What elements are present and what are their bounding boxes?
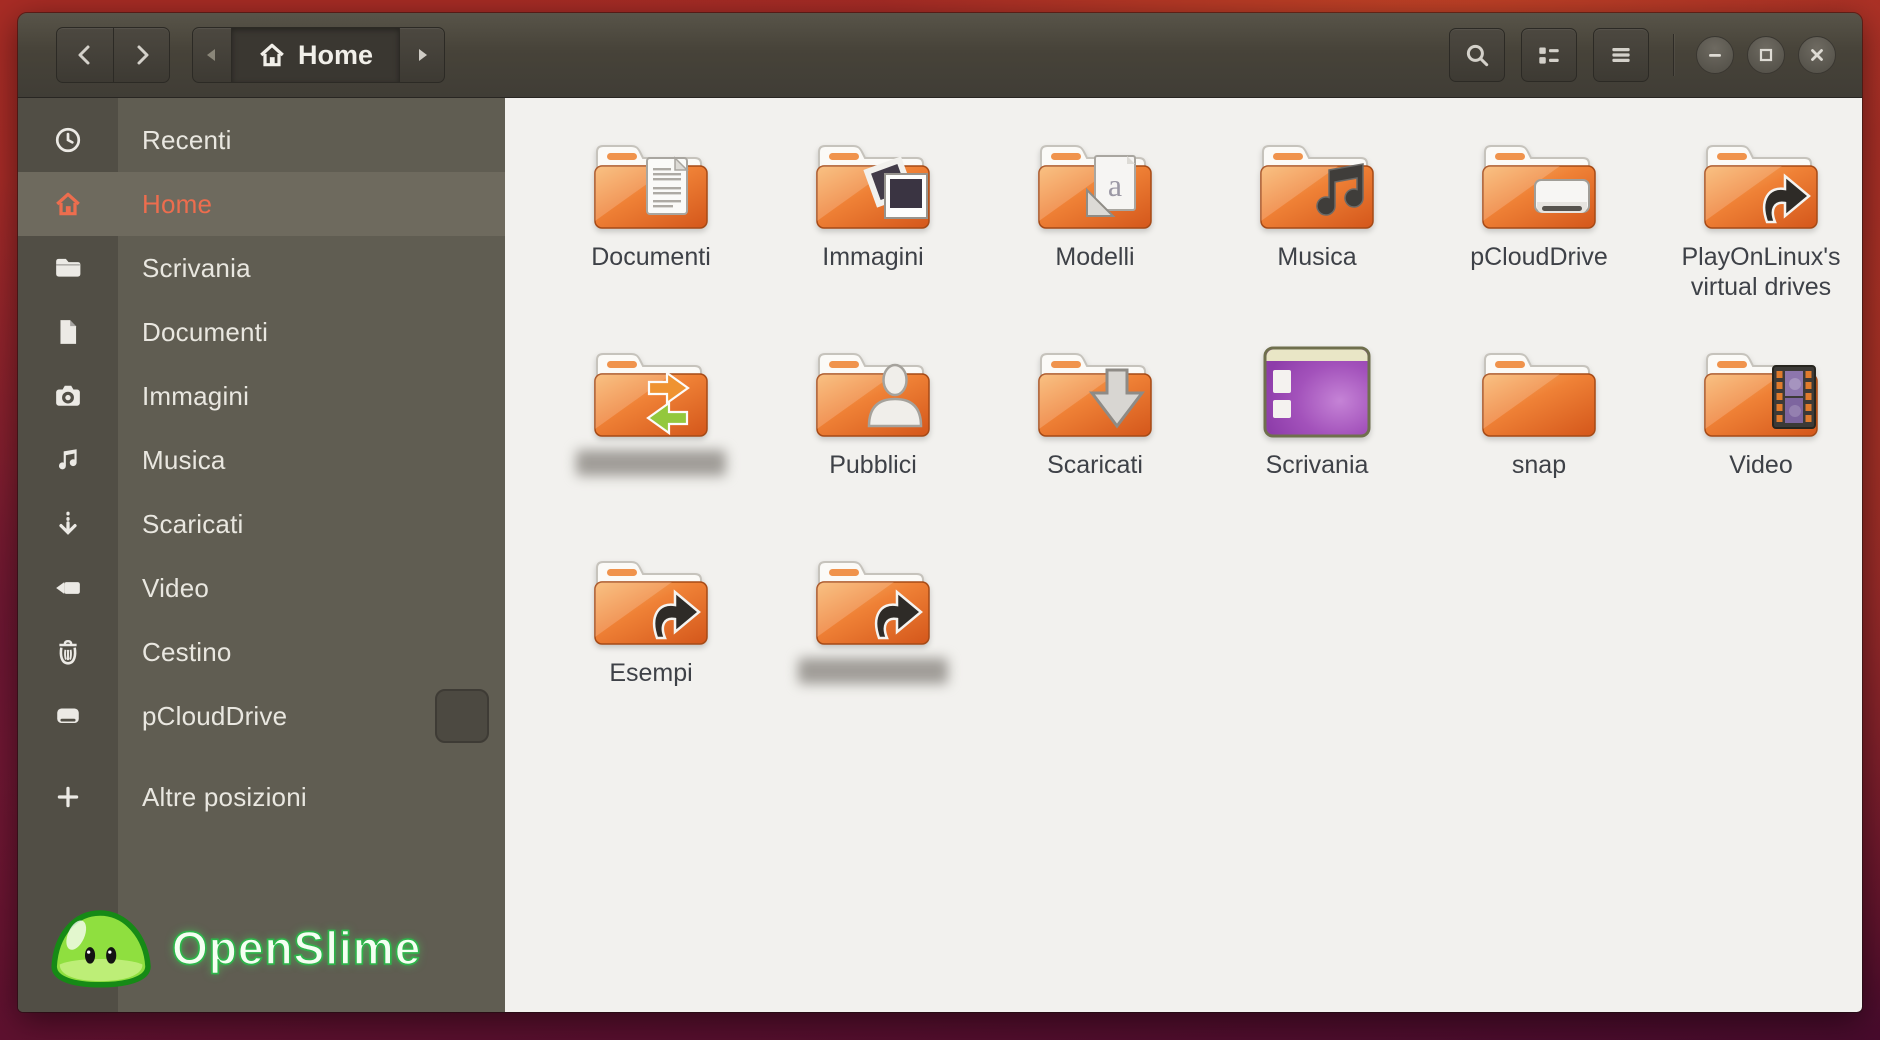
folder-icon [813,134,933,234]
plus-icon [18,783,118,811]
home-icon [258,41,286,69]
chevron-right-icon [129,42,155,68]
file-scaricati[interactable]: Scaricati [993,342,1197,542]
file-snap[interactable]: snap [1437,342,1641,542]
clock-icon [18,126,118,154]
folder-icon [1479,134,1599,234]
path-bar: Home [192,27,445,83]
camera-icon [18,382,118,410]
triangle-right-icon [412,45,432,65]
menu-button[interactable] [1593,28,1649,82]
path-previous-button[interactable] [193,28,231,82]
search-button[interactable] [1449,28,1505,82]
desktop-icon [1257,342,1377,442]
music-icon [18,446,118,474]
path-segment-home[interactable]: Home [231,28,400,82]
chevron-left-icon [72,42,98,68]
cross-icon [1804,42,1830,68]
sidebar-item-pclouddrive[interactable]: pCloudDrive [18,684,505,748]
file-esempi[interactable]: Esempi [549,550,753,750]
path-next-button[interactable] [400,28,444,82]
file-manager-window: Home [18,13,1862,1012]
file-browser-pane: Documenti Immagini a Modelli Musi [505,98,1862,1012]
sidebar-item-documenti[interactable]: Documenti [18,300,505,364]
folder-icon [591,342,711,442]
back-button[interactable] [57,28,113,82]
maximize[interactable] [1747,36,1785,74]
folder-icon [1257,134,1377,234]
slime-mascot-icon [46,902,158,994]
file-playonlinux-s-virtual-drives[interactable]: PlayOnLinux's virtual drives [1659,134,1862,334]
download-icon [18,510,118,538]
titlebar-actions [1449,28,1649,82]
file-musica[interactable]: Musica [1215,134,1419,334]
file-grid: Documenti Immagini a Modelli Musi [505,98,1862,750]
home-icon [18,190,118,218]
square-icon [1753,42,1779,68]
sidebar-item-altre-posizioni[interactable]: Altre posizioni [18,765,505,829]
folder-icon: a [1035,134,1155,234]
sidebar-item-recenti[interactable]: Recenti [18,108,505,172]
titlebar: Home [18,13,1862,98]
sidebar-list: Recenti Home Scrivania [18,98,505,829]
titlebar-separator [1673,34,1674,76]
view-toggle-button[interactable] [1521,28,1577,82]
forward-button[interactable] [113,28,169,82]
file-pubblici[interactable]: Pubblici [771,342,975,542]
sidebar-item-musica[interactable]: Musica [18,428,505,492]
nav-button-group [56,27,170,83]
folder-icon [18,254,118,282]
triangle-left-icon [202,45,222,65]
sidebar-item-scrivania[interactable]: Scrivania [18,236,505,300]
close[interactable] [1798,36,1836,74]
folder-icon [591,134,711,234]
sidebar-item-scaricati[interactable]: Scaricati [18,492,505,556]
drive-icon [18,702,118,730]
minimize[interactable] [1696,36,1734,74]
sidebar-item-home[interactable]: Home [18,172,505,236]
folder-icon [1701,134,1821,234]
svg-text:a: a [1108,167,1122,203]
folder-icon [1479,342,1599,442]
folder-icon [813,342,933,442]
file-modelli[interactable]: a Modelli [993,134,1197,334]
folder-icon [591,550,711,650]
openslime-watermark: OpenSlime [46,902,421,994]
file-video[interactable]: Video [1659,342,1862,542]
document-icon [18,318,118,346]
video-icon [18,574,118,602]
watermark-text: OpenSlime [172,921,421,975]
file-hidden[interactable] [771,550,975,750]
sidebar-item-cestino[interactable]: Cestino [18,620,505,684]
folder-icon [1701,342,1821,442]
file-immagini[interactable]: Immagini [771,134,975,334]
trash-icon [18,638,118,666]
file-hidden[interactable] [549,342,753,542]
window-controls [1696,36,1836,74]
window-content: Recenti Home Scrivania [18,98,1862,1012]
file-pclouddrive[interactable]: pCloudDrive [1437,134,1641,334]
folder-icon [813,550,933,650]
list-view-icon [1535,41,1563,69]
file-documenti[interactable]: Documenti [549,134,753,334]
eject-button[interactable] [435,689,489,743]
minus-icon [1702,42,1728,68]
current-location-label: Home [298,40,373,71]
sidebar: Recenti Home Scrivania [18,98,505,1012]
folder-icon [1035,342,1155,442]
sidebar-item-video[interactable]: Video [18,556,505,620]
sidebar-item-immagini[interactable]: Immagini [18,364,505,428]
file-scrivania[interactable]: Scrivania [1215,342,1419,542]
hamburger-icon [1607,41,1635,69]
magnifier-icon [1463,41,1491,69]
